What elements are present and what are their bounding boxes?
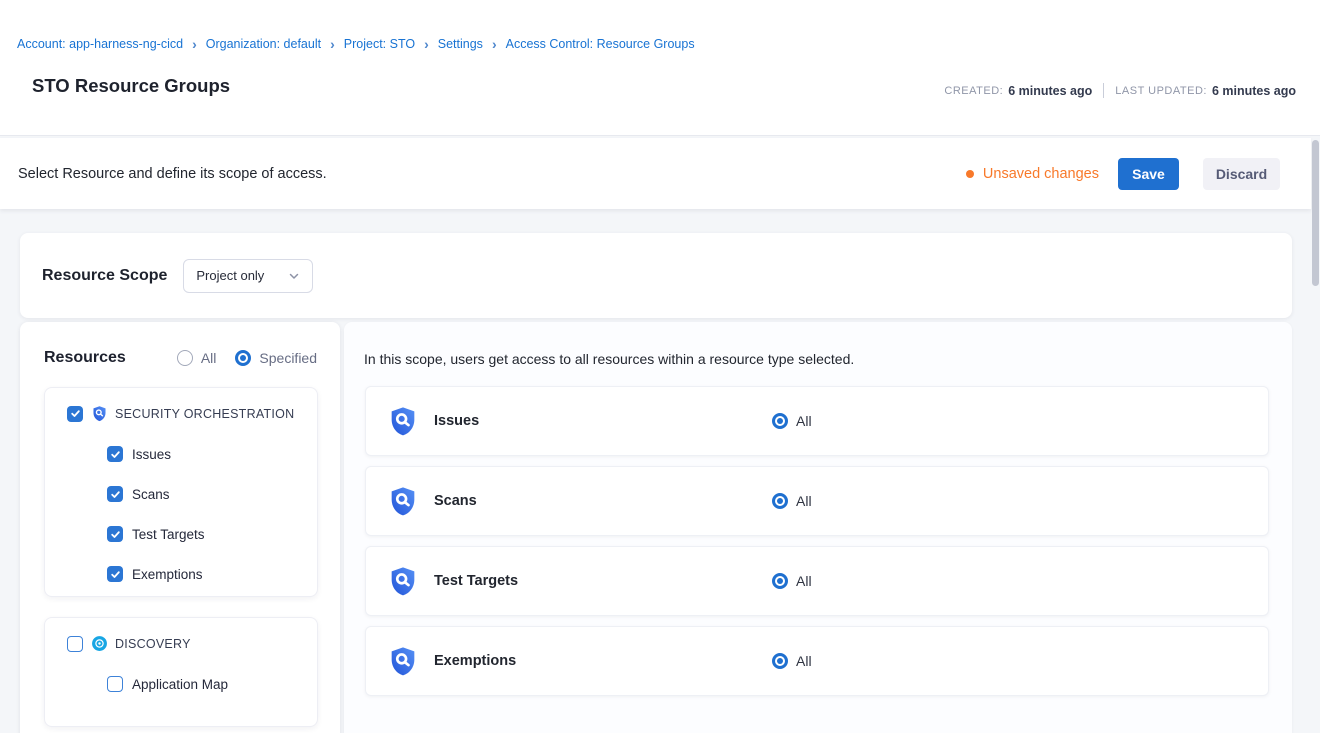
last-updated-label: LAST UPDATED: — [1115, 85, 1207, 97]
access-radio-all[interactable]: All — [772, 413, 812, 429]
resource-card-scans: Scans All — [365, 466, 1269, 536]
resource-card-label: Issues — [434, 413, 479, 429]
breadcrumb-settings-link[interactable]: Settings — [438, 37, 483, 51]
radio-all[interactable]: All — [177, 350, 217, 366]
resource-card-label: Scans — [434, 493, 477, 509]
breadcrumb-project-link[interactable]: Project: STO — [344, 37, 415, 51]
page-header: Account: app-harness-ng-cicd › Organizat… — [0, 0, 1320, 136]
chevron-right-icon: › — [330, 37, 335, 51]
resource-scope-label: Resource Scope — [42, 267, 167, 285]
scope-access-panel: In this scope, users get access to all r… — [344, 322, 1292, 733]
resource-item-label: Issues — [132, 447, 171, 462]
access-radio-icon[interactable] — [772, 653, 788, 669]
resource-item-label: Scans — [132, 487, 170, 502]
resource-groups-page: Account: app-harness-ng-cicd › Organizat… — [0, 0, 1320, 733]
radio-all-icon[interactable] — [177, 350, 193, 366]
last-updated-value: 6 minutes ago — [1212, 84, 1296, 98]
resource-item-scans: Scans — [107, 486, 307, 502]
resource-scope-card: Resource Scope Project only — [20, 233, 1292, 318]
resource-card-exemptions: Exemptions All — [365, 626, 1269, 696]
unsaved-changes-label: Unsaved changes — [983, 166, 1099, 182]
resource-item-exemptions: Exemptions — [107, 566, 307, 582]
resource-item-issues: Issues — [107, 446, 307, 462]
resource-scope-dropdown[interactable]: Project only — [183, 259, 313, 293]
application-map-checkbox[interactable] — [107, 676, 123, 692]
security-orchestration-checkbox[interactable] — [67, 406, 83, 422]
vertical-scrollbar[interactable] — [1312, 140, 1319, 286]
test-targets-checkbox[interactable] — [107, 526, 123, 542]
created-label: CREATED: — [944, 85, 1003, 97]
chevron-down-icon — [288, 270, 300, 282]
resource-card-issues: Issues All — [365, 386, 1269, 456]
toolbar-description: Select Resource and define its scope of … — [18, 166, 327, 182]
action-toolbar: Select Resource and define its scope of … — [0, 138, 1311, 209]
discard-button[interactable]: Discard — [1203, 158, 1280, 190]
save-button[interactable]: Save — [1118, 158, 1179, 190]
sto-shield-search-icon — [387, 565, 419, 597]
chevron-right-icon: › — [424, 37, 429, 51]
resource-card-left: Issues — [387, 405, 772, 437]
sto-shield-search-icon — [387, 645, 419, 677]
access-radio-all[interactable]: All — [772, 653, 812, 669]
resource-card-test-targets: Test Targets All — [365, 546, 1269, 616]
toolbar-actions: Unsaved changes Save Discard — [966, 158, 1280, 190]
group-title: SECURITY ORCHESTRATION — [115, 407, 294, 421]
resource-item-application-map: Application Map — [107, 676, 307, 692]
group-header: SECURITY ORCHESTRATION — [45, 405, 307, 422]
issues-checkbox[interactable] — [107, 446, 123, 462]
resource-card-left: Exemptions — [387, 645, 772, 677]
unsaved-changes-indicator: Unsaved changes — [966, 166, 1099, 182]
discovery-radar-icon — [91, 635, 108, 652]
radio-all-label: All — [201, 350, 217, 366]
resource-scope-selected-value: Project only — [196, 268, 264, 283]
sto-shield-search-icon — [387, 485, 419, 517]
resource-card-label: Exemptions — [434, 653, 516, 669]
access-radio-label: All — [796, 653, 812, 669]
access-radio-icon[interactable] — [772, 493, 788, 509]
resource-item-label: Application Map — [132, 677, 228, 692]
radio-specified[interactable]: Specified — [235, 350, 317, 366]
resource-item-test-targets: Test Targets — [107, 526, 307, 542]
scope-description: In this scope, users get access to all r… — [364, 351, 1269, 367]
access-radio-icon[interactable] — [772, 413, 788, 429]
chevron-right-icon: › — [492, 37, 497, 51]
sto-shield-search-icon — [91, 405, 108, 422]
resource-group-security-orchestration: SECURITY ORCHESTRATION Issues Scans Test… — [44, 387, 318, 597]
access-radio-icon[interactable] — [772, 573, 788, 589]
created-value: 6 minutes ago — [1008, 84, 1092, 98]
chevron-right-icon: › — [192, 37, 197, 51]
scans-checkbox[interactable] — [107, 486, 123, 502]
resources-panel: Resources All Specified — [20, 322, 340, 733]
resource-item-label: Exemptions — [132, 567, 203, 582]
meta-divider — [1103, 83, 1104, 98]
resource-group-discovery: DISCOVERY Application Map — [44, 617, 318, 727]
access-radio-label: All — [796, 573, 812, 589]
group-title: DISCOVERY — [115, 637, 191, 651]
breadcrumb-account-link[interactable]: Account: app-harness-ng-cicd — [17, 37, 183, 51]
resource-card-label: Test Targets — [434, 573, 518, 589]
access-radio-all[interactable]: All — [772, 573, 812, 589]
resource-item-label: Test Targets — [132, 527, 205, 542]
resources-title: Resources — [44, 349, 126, 367]
group-header: DISCOVERY — [45, 635, 307, 652]
page-title: STO Resource Groups — [32, 75, 230, 97]
breadcrumb: Account: app-harness-ng-cicd › Organizat… — [17, 37, 695, 51]
resources-mode-radios: All Specified — [177, 350, 317, 366]
resources-panel-header: Resources All Specified — [20, 322, 340, 367]
access-radio-label: All — [796, 413, 812, 429]
radio-specified-label: Specified — [259, 350, 317, 366]
breadcrumb-organization-link[interactable]: Organization: default — [206, 37, 321, 51]
sto-shield-search-icon — [387, 405, 419, 437]
exemptions-checkbox[interactable] — [107, 566, 123, 582]
resource-card-left: Test Targets — [387, 565, 772, 597]
header-meta: CREATED: 6 minutes ago LAST UPDATED: 6 m… — [944, 83, 1296, 98]
access-radio-label: All — [796, 493, 812, 509]
discovery-checkbox[interactable] — [67, 636, 83, 652]
unsaved-dot-icon — [966, 170, 974, 178]
radio-specified-icon[interactable] — [235, 350, 251, 366]
breadcrumb-access-control-link[interactable]: Access Control: Resource Groups — [506, 37, 695, 51]
access-radio-all[interactable]: All — [772, 493, 812, 509]
resource-card-left: Scans — [387, 485, 772, 517]
